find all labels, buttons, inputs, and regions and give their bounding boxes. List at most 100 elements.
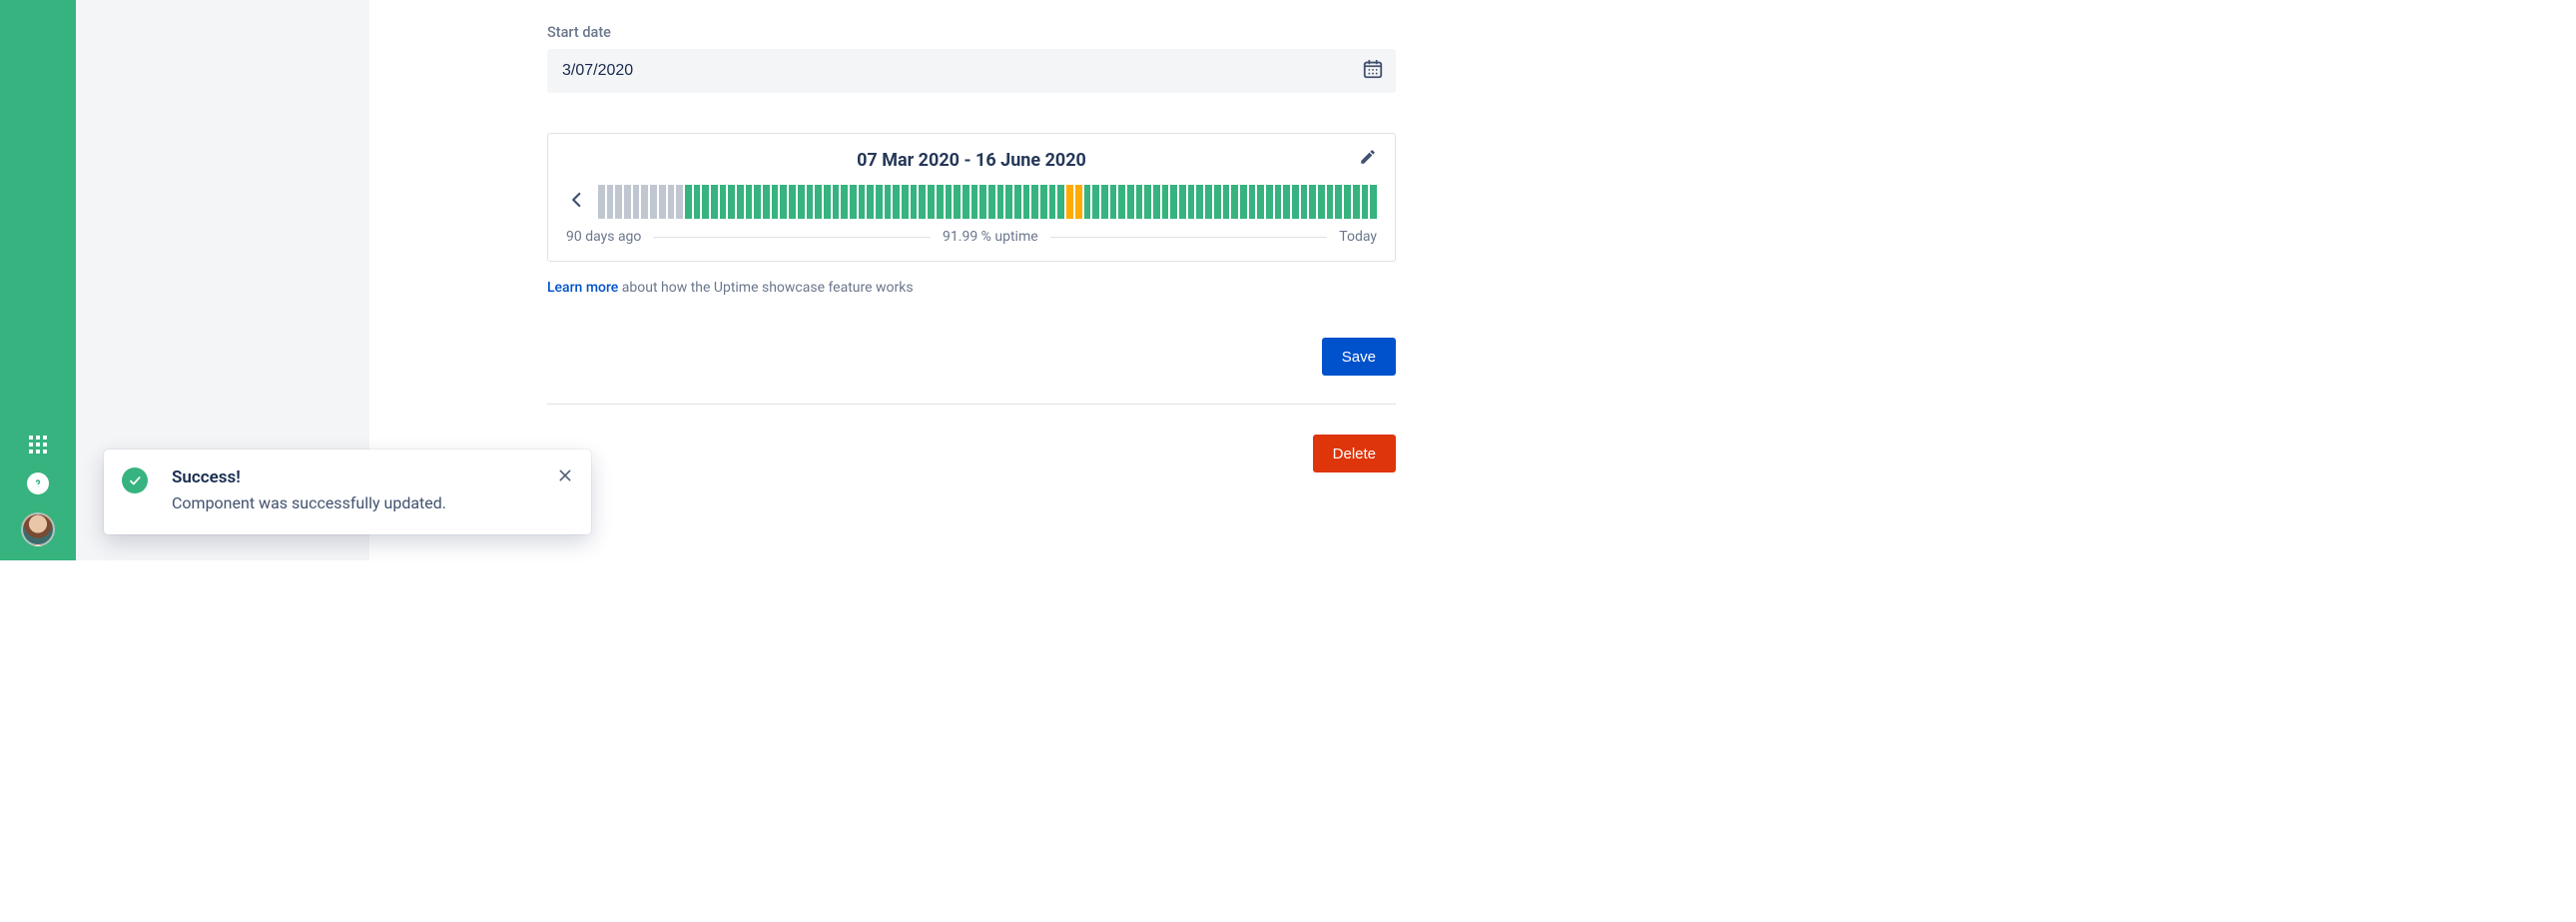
uptime-day-bar[interactable]: [807, 185, 816, 219]
uptime-day-bar[interactable]: [598, 185, 607, 219]
uptime-day-bar[interactable]: [1257, 185, 1266, 219]
uptime-day-bar[interactable]: [1040, 185, 1049, 219]
uptime-day-bar[interactable]: [746, 185, 755, 219]
uptime-day-bar[interactable]: [1101, 185, 1110, 219]
uptime-day-bar[interactable]: [659, 185, 668, 219]
uptime-day-bar[interactable]: [615, 185, 624, 219]
uptime-day-bar[interactable]: [954, 185, 963, 219]
uptime-day-bar[interactable]: [902, 185, 911, 219]
uptime-day-bar[interactable]: [1092, 185, 1101, 219]
uptime-day-bar[interactable]: [641, 185, 650, 219]
pencil-icon[interactable]: [1359, 148, 1377, 170]
uptime-day-bar[interactable]: [1188, 185, 1197, 219]
uptime-day-bar[interactable]: [919, 185, 928, 219]
uptime-day-bar[interactable]: [815, 185, 824, 219]
uptime-day-bar[interactable]: [694, 185, 703, 219]
uptime-day-bar[interactable]: [1110, 185, 1119, 219]
uptime-day-bar[interactable]: [1118, 185, 1127, 219]
uptime-day-bar[interactable]: [1153, 185, 1162, 219]
uptime-day-bar[interactable]: [1275, 185, 1284, 219]
uptime-day-bar[interactable]: [650, 185, 659, 219]
uptime-day-bar[interactable]: [1136, 185, 1145, 219]
uptime-day-bar[interactable]: [1066, 185, 1075, 219]
uptime-day-bar[interactable]: [1344, 185, 1353, 219]
chevron-left-icon[interactable]: [566, 189, 588, 215]
uptime-day-bar[interactable]: [1335, 185, 1344, 219]
learn-more-link[interactable]: Learn more: [547, 280, 618, 296]
uptime-day-bar[interactable]: [711, 185, 720, 219]
uptime-day-bar[interactable]: [754, 185, 763, 219]
apps-icon[interactable]: [28, 435, 48, 455]
uptime-day-bar[interactable]: [867, 185, 876, 219]
uptime-day-bar[interactable]: [685, 185, 694, 219]
uptime-day-bar[interactable]: [833, 185, 842, 219]
uptime-day-bar[interactable]: [1309, 185, 1318, 219]
uptime-day-bar[interactable]: [1162, 185, 1171, 219]
uptime-day-bar[interactable]: [824, 185, 833, 219]
uptime-day-bar[interactable]: [780, 185, 789, 219]
uptime-day-bar[interactable]: [1318, 185, 1327, 219]
uptime-day-bar[interactable]: [1327, 185, 1336, 219]
uptime-day-bar[interactable]: [988, 185, 997, 219]
uptime-day-bar[interactable]: [1370, 185, 1377, 219]
uptime-day-bar[interactable]: [798, 185, 807, 219]
uptime-day-bar[interactable]: [876, 185, 885, 219]
uptime-day-bar[interactable]: [763, 185, 772, 219]
uptime-day-bar[interactable]: [607, 185, 616, 219]
uptime-day-bar[interactable]: [720, 185, 729, 219]
avatar[interactable]: [21, 512, 55, 546]
uptime-day-bar[interactable]: [841, 185, 850, 219]
uptime-day-bar[interactable]: [1205, 185, 1214, 219]
uptime-day-bar[interactable]: [789, 185, 798, 219]
help-icon[interactable]: [27, 472, 49, 494]
start-date-input[interactable]: [547, 49, 1396, 93]
uptime-day-bar[interactable]: [1283, 185, 1292, 219]
uptime-day-bar[interactable]: [928, 185, 937, 219]
save-button[interactable]: Save: [1322, 338, 1396, 376]
uptime-day-bar[interactable]: [624, 185, 633, 219]
uptime-day-bar[interactable]: [1179, 185, 1188, 219]
uptime-day-bar[interactable]: [937, 185, 946, 219]
uptime-day-bar[interactable]: [1223, 185, 1232, 219]
uptime-day-bar[interactable]: [1214, 185, 1223, 219]
uptime-day-bar[interactable]: [1075, 185, 1084, 219]
uptime-day-bar[interactable]: [676, 185, 685, 219]
calendar-icon[interactable]: [1362, 58, 1384, 84]
uptime-day-bar[interactable]: [1249, 185, 1258, 219]
uptime-day-bar[interactable]: [1292, 185, 1301, 219]
uptime-day-bar[interactable]: [946, 185, 955, 219]
uptime-day-bar[interactable]: [1144, 185, 1153, 219]
uptime-day-bar[interactable]: [1240, 185, 1249, 219]
uptime-day-bar[interactable]: [728, 185, 737, 219]
uptime-day-bar[interactable]: [1196, 185, 1205, 219]
uptime-day-bar[interactable]: [997, 185, 1006, 219]
uptime-day-bar[interactable]: [850, 185, 859, 219]
uptime-day-bar[interactable]: [885, 185, 894, 219]
uptime-day-bar[interactable]: [633, 185, 642, 219]
uptime-day-bar[interactable]: [859, 185, 868, 219]
uptime-day-bar[interactable]: [737, 185, 746, 219]
uptime-day-bar[interactable]: [1266, 185, 1275, 219]
uptime-day-bar[interactable]: [1084, 185, 1093, 219]
uptime-day-bar[interactable]: [1170, 185, 1179, 219]
uptime-day-bar[interactable]: [893, 185, 902, 219]
uptime-day-bar[interactable]: [971, 185, 980, 219]
uptime-day-bar[interactable]: [702, 185, 711, 219]
uptime-day-bar[interactable]: [1231, 185, 1240, 219]
uptime-day-bar[interactable]: [979, 185, 988, 219]
uptime-day-bar[interactable]: [1301, 185, 1310, 219]
uptime-day-bar[interactable]: [1014, 185, 1023, 219]
uptime-day-bar[interactable]: [1049, 185, 1058, 219]
uptime-day-bar[interactable]: [963, 185, 971, 219]
delete-button[interactable]: Delete: [1313, 435, 1396, 472]
uptime-day-bar[interactable]: [911, 185, 920, 219]
uptime-day-bar[interactable]: [1005, 185, 1014, 219]
uptime-day-bar[interactable]: [1057, 185, 1066, 219]
uptime-day-bar[interactable]: [668, 185, 677, 219]
uptime-day-bar[interactable]: [772, 185, 781, 219]
uptime-day-bar[interactable]: [1127, 185, 1136, 219]
uptime-day-bar[interactable]: [1353, 185, 1362, 219]
close-icon[interactable]: [553, 463, 577, 491]
uptime-day-bar[interactable]: [1023, 185, 1032, 219]
uptime-day-bar[interactable]: [1031, 185, 1040, 219]
